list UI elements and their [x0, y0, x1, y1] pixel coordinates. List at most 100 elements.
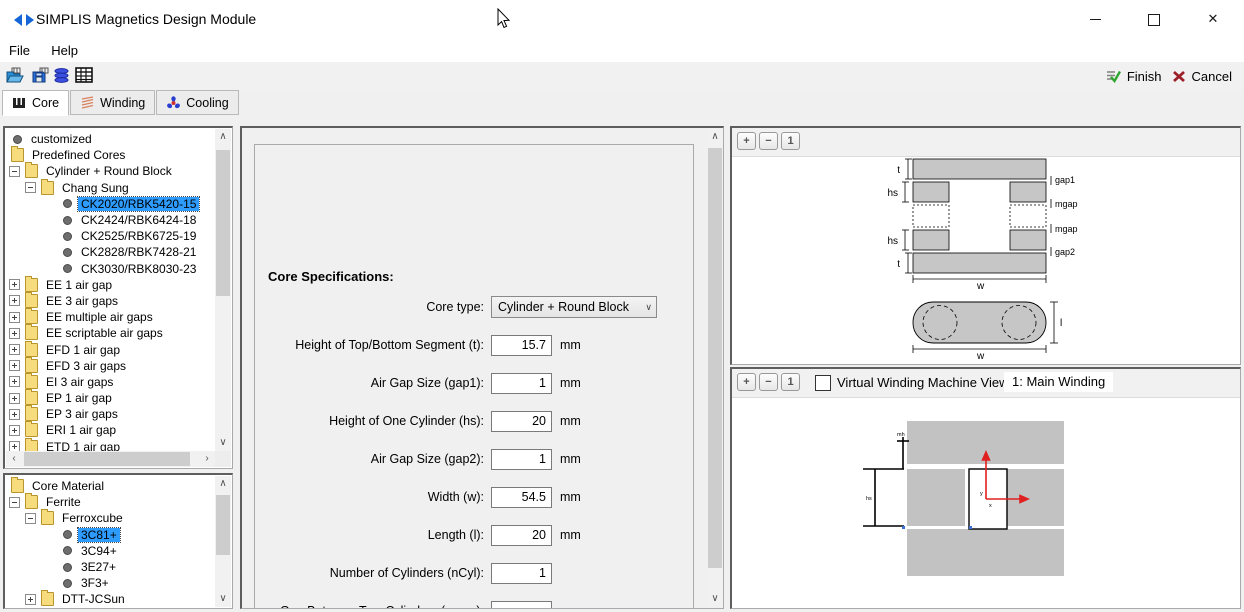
scroll-down-icon[interactable]: ∨ — [707, 591, 723, 607]
tree-item[interactable]: 3E27+ — [5, 559, 215, 575]
scrollbar-thumb[interactable] — [708, 148, 722, 568]
tree-item[interactable]: CK3030/RBK8030-23 — [5, 261, 215, 277]
tree-item[interactable]: CK2828/RBK7428-21 — [5, 244, 215, 260]
expander-plus-icon[interactable] — [9, 344, 20, 355]
expander-minus-icon[interactable] — [25, 513, 36, 524]
field-input[interactable]: 20 — [491, 525, 552, 546]
tree-item[interactable]: Predefined Cores — [5, 147, 215, 163]
expander-plus-icon[interactable] — [9, 312, 20, 323]
form-row: Number of Cylinders (nCyl):1 — [255, 554, 693, 592]
tree-item[interactable]: EE 3 air gaps — [5, 293, 215, 309]
field-input[interactable]: 20 — [491, 411, 552, 432]
field-input[interactable]: 1 — [491, 373, 552, 394]
tree-item[interactable]: customized — [5, 131, 215, 147]
expander-plus-icon[interactable] — [9, 279, 20, 290]
expander-minus-icon[interactable] — [9, 166, 20, 177]
tree-item[interactable]: CK2525/RBK6725-19 — [5, 228, 215, 244]
tab-cooling[interactable]: Cooling — [156, 90, 238, 115]
scrollbar-thumb[interactable] — [216, 495, 230, 555]
maximize-button[interactable] — [1131, 0, 1177, 38]
minimize-button[interactable] — [1072, 0, 1118, 38]
tree-item[interactable]: ERI 1 air gap — [5, 422, 215, 438]
menu-file[interactable]: File — [0, 40, 39, 58]
cancel-button[interactable]: Cancel — [1172, 69, 1238, 84]
zoom-in-button[interactable]: + — [737, 132, 756, 150]
tree-item[interactable]: EI 3 air gaps — [5, 374, 215, 390]
zoom-reset-button[interactable]: 1 — [781, 373, 800, 391]
scroll-up-icon[interactable]: ∧ — [215, 476, 231, 492]
winding-selector[interactable]: 1: Main Winding — [1004, 372, 1113, 392]
tree-item[interactable]: EFD 1 air gap — [5, 341, 215, 357]
vwm-checkbox[interactable] — [815, 375, 831, 391]
close-button[interactable]: ✕ — [1190, 0, 1236, 38]
form-row: Air Gap Size (gap1):1mm — [255, 364, 693, 402]
material-tree-vscrollbar[interactable]: ∧ ∨ — [215, 476, 231, 607]
tree-item[interactable]: 3C81+ — [5, 527, 215, 543]
scrollbar-thumb[interactable] — [24, 452, 190, 466]
expander-plus-icon[interactable] — [9, 328, 20, 339]
tree-item[interactable]: EE multiple air gaps — [5, 309, 215, 325]
folder-icon — [25, 294, 38, 308]
zoom-in-button[interactable]: + — [737, 373, 756, 391]
tree-item[interactable]: EE 1 air gap — [5, 277, 215, 293]
table-icon[interactable] — [75, 67, 93, 83]
tree-item[interactable]: Ferroxcube — [5, 510, 215, 526]
core-tree: customizedPredefined CoresCylinder + Rou… — [5, 128, 215, 451]
expander-plus-icon[interactable] — [9, 441, 20, 451]
tree-item[interactable]: 3C94+ — [5, 543, 215, 559]
menu-help[interactable]: Help — [42, 40, 87, 58]
tree-item[interactable]: Ferrite — [5, 494, 215, 510]
field-input[interactable]: 15.7 — [491, 335, 552, 356]
expander-plus-icon[interactable] — [9, 393, 20, 404]
tree-item[interactable]: EP 3 air gaps — [5, 406, 215, 422]
tree-item[interactable]: EP 1 air gap — [5, 390, 215, 406]
zoom-out-button[interactable]: − — [759, 373, 778, 391]
scroll-up-icon[interactable]: ∧ — [215, 129, 231, 145]
tree-item[interactable]: CK2020/RBK5420-15 — [5, 196, 215, 212]
field-input[interactable]: 1 — [491, 563, 552, 584]
folder-icon — [25, 440, 38, 451]
save-icon[interactable] — [31, 67, 50, 84]
tree-item[interactable]: 3F3+ — [5, 575, 215, 591]
expander-plus-icon[interactable] — [9, 409, 20, 420]
form-vscrollbar[interactable]: ∧ ∨ — [707, 129, 723, 607]
tree-item[interactable]: DTT-JCSun — [5, 591, 215, 607]
open-file-icon[interactable] — [6, 67, 25, 84]
scrollbar-thumb[interactable] — [216, 150, 230, 296]
finish-button[interactable]: Finish — [1106, 69, 1168, 84]
core-tree-vscrollbar[interactable]: ∧ ∨ — [215, 129, 231, 451]
core-type-select[interactable]: Cylinder + Round Block∨ — [491, 296, 657, 318]
tab-core[interactable]: Core — [2, 90, 69, 116]
scroll-down-icon[interactable]: ∨ — [215, 435, 231, 451]
core-tree-hscrollbar[interactable]: ‹ › — [6, 451, 215, 467]
expander-plus-icon[interactable] — [9, 360, 20, 371]
tree-item[interactable]: Core Material — [5, 478, 215, 494]
tree-item[interactable]: Cylinder + Round Block — [5, 163, 215, 179]
expander-minus-icon[interactable] — [9, 497, 20, 508]
scroll-right-icon[interactable]: › — [199, 451, 215, 467]
tree-item[interactable]: Chang Sung — [5, 180, 215, 196]
expander-plus-icon[interactable] — [9, 295, 20, 306]
tree-item[interactable]: CK2424/RBK6424-18 — [5, 212, 215, 228]
field-input[interactable]: 54.5 — [491, 487, 552, 508]
expander-plus-icon[interactable] — [25, 594, 36, 605]
zoom-out-button[interactable]: − — [759, 132, 778, 150]
field-input[interactable] — [491, 601, 552, 610]
tree-item[interactable]: EFD 3 air gaps — [5, 358, 215, 374]
scroll-left-icon[interactable]: ‹ — [6, 451, 22, 467]
field-input[interactable]: 1 — [491, 449, 552, 470]
svg-text:mgap: mgap — [1055, 224, 1078, 234]
tab-winding[interactable]: Winding — [70, 90, 155, 115]
field-label: Width (w): — [255, 490, 484, 504]
zoom-reset-button[interactable]: 1 — [781, 132, 800, 150]
database-icon[interactable] — [53, 67, 70, 84]
svg-text:hs: hs — [866, 496, 872, 502]
tree-item[interactable]: EE scriptable air gaps — [5, 325, 215, 341]
tree-item[interactable]: ETD 1 air gap — [5, 439, 215, 451]
expander-minus-icon[interactable] — [25, 182, 36, 193]
scroll-up-icon[interactable]: ∧ — [707, 129, 723, 145]
scroll-down-icon[interactable]: ∨ — [215, 591, 231, 607]
tree-item-label: CK2525/RBK6725-19 — [78, 229, 199, 243]
expander-plus-icon[interactable] — [9, 376, 20, 387]
expander-plus-icon[interactable] — [9, 425, 20, 436]
